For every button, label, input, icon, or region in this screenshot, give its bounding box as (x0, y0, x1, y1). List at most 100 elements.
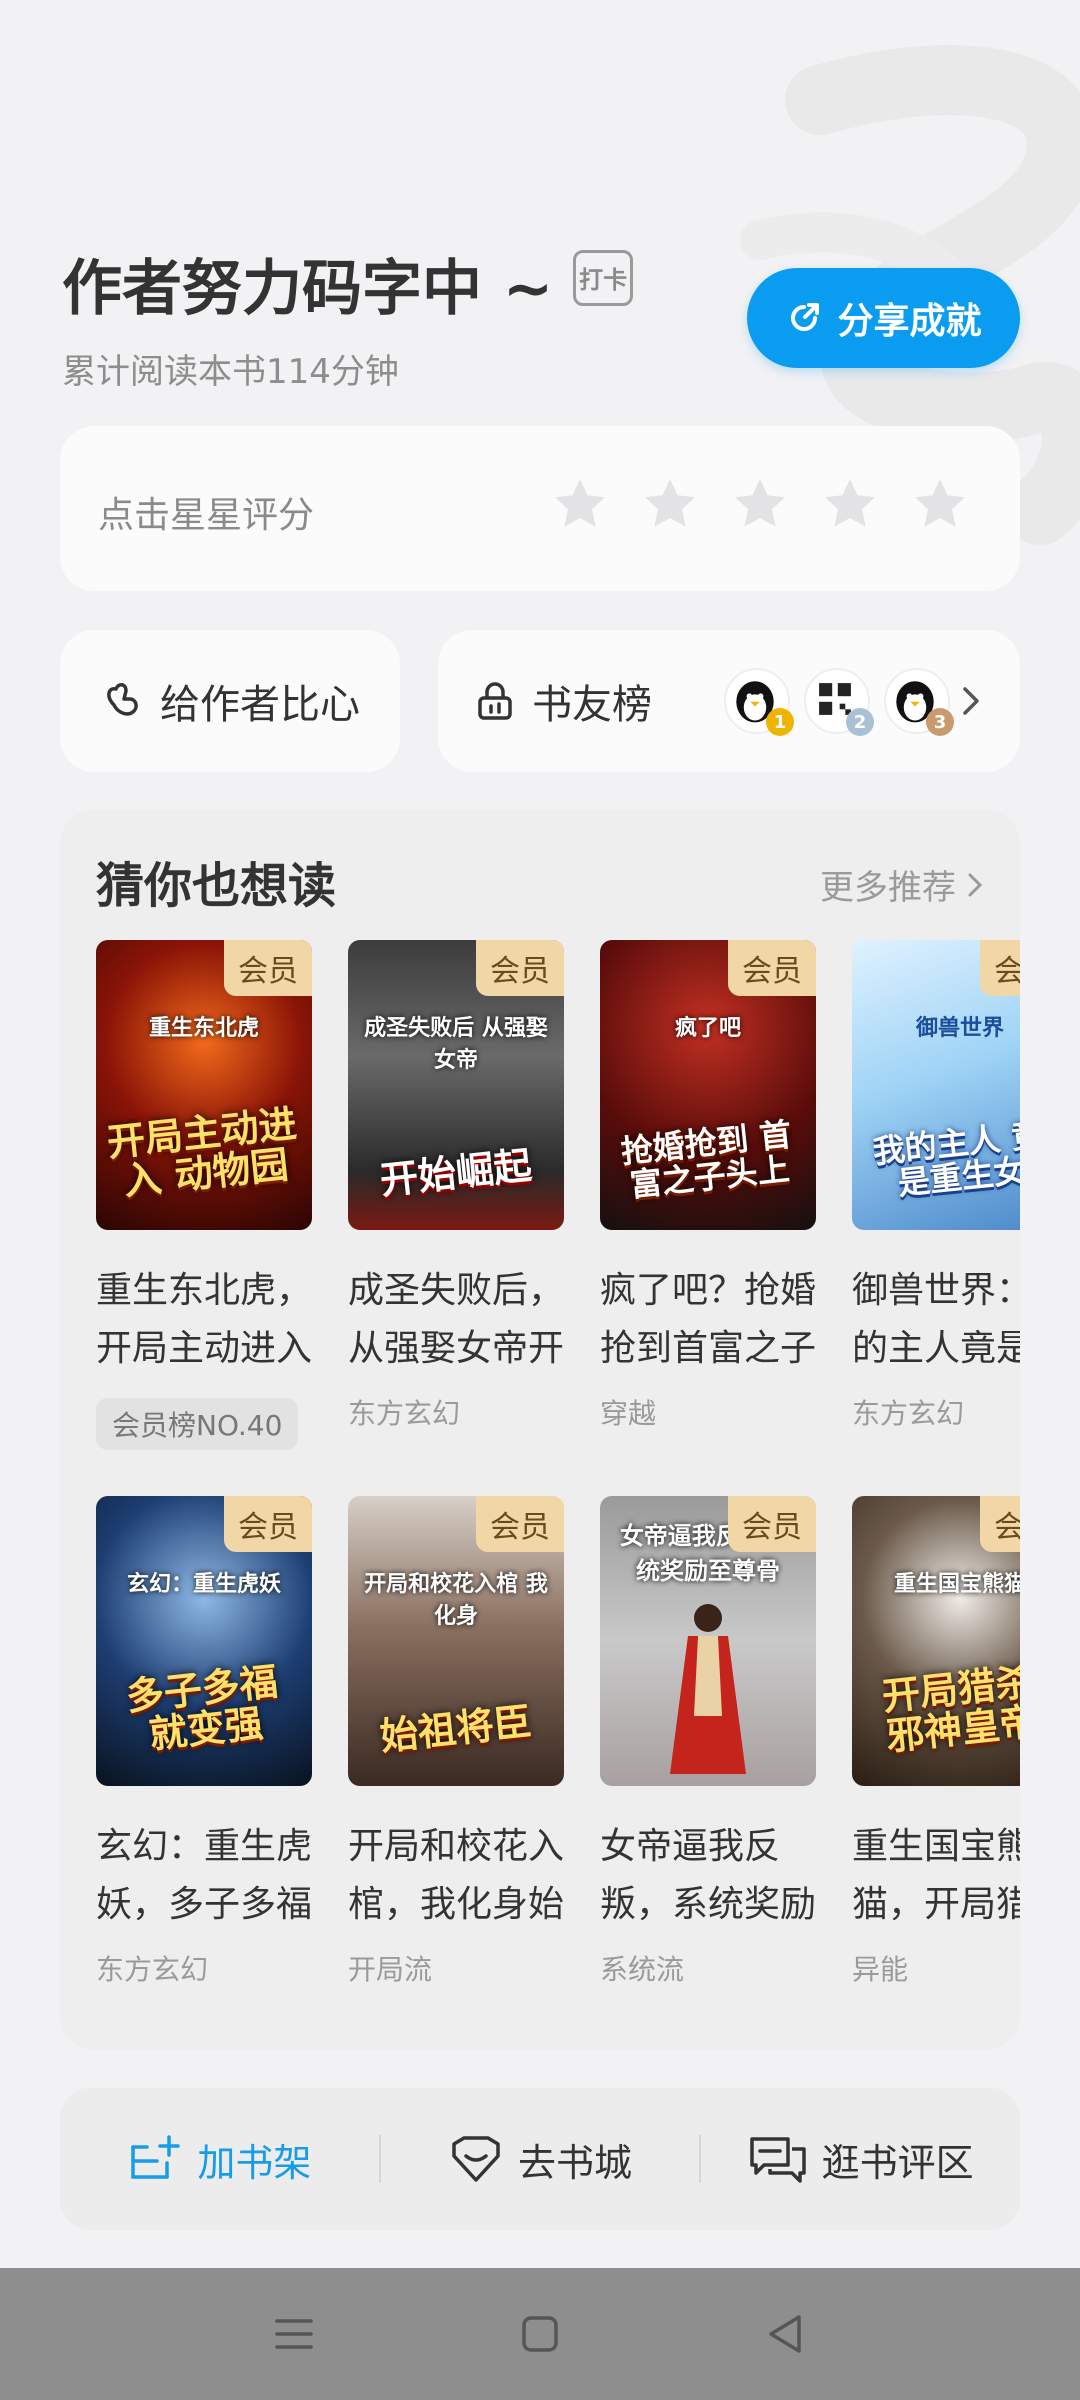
book-title: 成圣失败后， 从强娶女帝开 (348, 1270, 564, 1369)
book-category: 穿越 (600, 1397, 657, 1430)
rank-badge: 1 (766, 708, 794, 736)
comments-icon (749, 2137, 806, 2183)
book-title: 重生国宝熊 猫，开局猎 (852, 1826, 1020, 1925)
share-icon (791, 303, 820, 331)
book-title: 疯了吧？抢婚 抢到首富之子 (600, 1270, 816, 1369)
cover-title: 多子多福 就变强 (123, 1659, 280, 1757)
cover-subtitle: 重生国宝熊猫 (893, 1572, 1020, 1597)
star-icon-2[interactable] (640, 474, 700, 534)
back-icon[interactable] (763, 2311, 809, 2357)
book-title: 开局和校花入 棺，我化身始 (348, 1826, 564, 1925)
leaderboard-label: 书友榜 (532, 682, 652, 728)
cover-title: 抢婚抢到 首富之子头上 (619, 1115, 794, 1204)
book-category: 开局流 (348, 1953, 433, 1986)
system-navigation-bar (0, 2268, 1080, 2400)
vip-badge: 会员 (224, 940, 312, 996)
chevron-right-icon (963, 687, 979, 715)
lock-rank-icon (478, 682, 512, 720)
rank-badge: 3 (926, 708, 954, 736)
reading-time: 累计阅读本书114分钟 (62, 352, 399, 392)
book-item[interactable]: 疯了吧 抢婚抢到 首富之子头上 会员 疯了吧？抢婚 抢到首富之子 穿越 (600, 940, 816, 1432)
star-icon-5[interactable] (910, 474, 970, 534)
rank-badge: 会员榜NO.40 (96, 1398, 299, 1450)
vip-badge: 会员 (224, 1496, 312, 1552)
rating-label: 点击星星评分 (98, 495, 315, 536)
heart-hand-icon (107, 683, 138, 716)
vip-badge: 会员 (476, 1496, 564, 1552)
more-recommend-label: 更多推荐 (820, 868, 956, 908)
book-title: 女帝逼我反 叛，系统奖励 (600, 1826, 816, 1925)
book-cover: 开局和校花入棺 我化身 始祖将臣 会员 (348, 1496, 564, 1786)
tip-label: 给作者比心 (160, 682, 360, 728)
leaderboard-avatars: 1 2 3 (724, 668, 954, 736)
book-cover: 御兽世界 我的主人 竟是重生女 会员 (852, 940, 1020, 1230)
star-icon-4[interactable] (820, 474, 880, 534)
book-title: 玄幻：重生虎 妖，多子多福 (96, 1826, 312, 1925)
cover-title: 开始崛起 (378, 1143, 534, 1203)
avatar: 3 (884, 668, 954, 736)
book-item[interactable]: 女帝逼我反叛 系统奖励至尊骨 会员 女帝逼我反 叛，系统奖励 系统流 (600, 1496, 816, 1988)
bottom-action-bar: 加书架 去书城 逛书评区 (60, 2088, 1020, 2230)
reader-leaderboard[interactable]: 书友榜 1 2 3 (438, 630, 1020, 772)
rating-card: 点击星星评分 (60, 426, 1020, 591)
cover-figure-icon (670, 1604, 746, 1774)
page-title-text: 作者努力码字中 ~ (62, 254, 554, 324)
comments-label: 逛书评区 (821, 2140, 974, 2185)
book-item[interactable]: 玄幻：重生虎妖 多子多福 就变强 会员 玄幻：重生虎 妖，多子多福 东方玄幻 (96, 1496, 312, 1988)
vip-badge: 会员 (980, 1496, 1020, 1552)
vip-badge: 会员 (728, 940, 816, 996)
book-category: 东方玄幻 (852, 1397, 965, 1430)
cover-subtitle: 御兽世界 (915, 1016, 1004, 1041)
book-reviews-button[interactable]: 逛书评区 (701, 2132, 1020, 2187)
go-bookstore-button[interactable]: 去书城 (381, 2132, 700, 2187)
book-cover: 女帝逼我反叛 系统奖励至尊骨 会员 (600, 1496, 816, 1786)
book-category: 系统流 (600, 1953, 685, 1986)
book-cover: 玄幻：重生虎妖 多子多福 就变强 会员 (96, 1496, 312, 1786)
cover-subtitle: 开局和校花入棺 我化身 (364, 1572, 548, 1629)
vip-badge: 会员 (980, 940, 1020, 996)
star-icon-1[interactable] (550, 474, 610, 534)
book-title: 重生东北虎， 开局主动进入 (96, 1270, 312, 1369)
more-recommend-link[interactable]: 更多推荐 (820, 860, 982, 909)
cover-title: 始祖将臣 (378, 1699, 534, 1759)
book-category: 异能 (852, 1953, 909, 1986)
book-item[interactable]: 成圣失败后 从强娶女帝 开始崛起 会员 成圣失败后， 从强娶女帝开 东方玄幻 (348, 940, 564, 1432)
cover-subtitle: 成圣失败后 从强娶女帝 (364, 1016, 548, 1073)
home-icon[interactable] (517, 2311, 563, 2357)
book-category: 东方玄幻 (96, 1953, 209, 1986)
page-title: 作者努力码字中 ~ 打卡 (62, 240, 634, 327)
checkin-button[interactable]: 打卡 (573, 249, 634, 306)
rating-stars (550, 474, 970, 534)
add-shelf-icon (131, 2135, 181, 2179)
cover-subtitle: 玄幻：重生虎妖 (126, 1572, 281, 1597)
cover-subtitle: 疯了吧 (674, 1016, 741, 1041)
cover-subtitle: 重生东北虎 (148, 1016, 259, 1041)
book-category: 东方玄幻 (348, 1397, 461, 1430)
bookstore-icon (452, 2136, 500, 2182)
book-item[interactable]: 御兽世界 我的主人 竟是重生女 会员 御兽世界： 的主人竟是 东方玄幻 (852, 940, 1020, 1432)
chevron-right-icon (968, 873, 982, 896)
share-label: 分享成就 (837, 301, 982, 342)
leaderboard-title: 书友榜 (474, 672, 652, 730)
book-item[interactable]: 开局和校花入棺 我化身 始祖将臣 会员 开局和校花入 棺，我化身始 开局流 (348, 1496, 564, 1988)
tip-author-button[interactable]: 给作者比心 (60, 630, 400, 772)
vip-badge: 会员 (728, 1496, 816, 1552)
book-item[interactable]: 重生东北虎 开局主动进入 动物园 会员 重生东北虎， 开局主动进入 会员榜NO.… (96, 940, 312, 1450)
book-title: 御兽世界： 的主人竟是 (852, 1270, 1020, 1369)
rank-badge: 2 (846, 708, 874, 736)
share-achievement-button[interactable]: 分享成就 (747, 268, 1020, 368)
menu-icon[interactable] (271, 2311, 317, 2357)
add-to-shelf-button[interactable]: 加书架 (60, 2132, 379, 2187)
book-cover: 重生国宝熊猫 开局猎杀 邪神皇帝 会员 (852, 1496, 1020, 1786)
star-icon-3[interactable] (730, 474, 790, 534)
book-cover: 成圣失败后 从强娶女帝 开始崛起 会员 (348, 940, 564, 1230)
book-item[interactable]: 重生国宝熊猫 开局猎杀 邪神皇帝 会员 重生国宝熊 猫，开局猎 异能 (852, 1496, 1020, 1988)
avatar: 2 (804, 668, 874, 736)
book-cover: 疯了吧 抢婚抢到 首富之子头上 会员 (600, 940, 816, 1230)
recommend-title: 猜你也想读 (96, 858, 337, 914)
vip-badge: 会员 (476, 940, 564, 996)
cover-title: 我的主人 竟是重生女 (871, 1115, 1020, 1202)
avatar: 1 (724, 668, 794, 736)
cover-title: 开局主动进入 动物园 (105, 1101, 299, 1204)
book-cover: 重生东北虎 开局主动进入 动物园 会员 (96, 940, 312, 1230)
